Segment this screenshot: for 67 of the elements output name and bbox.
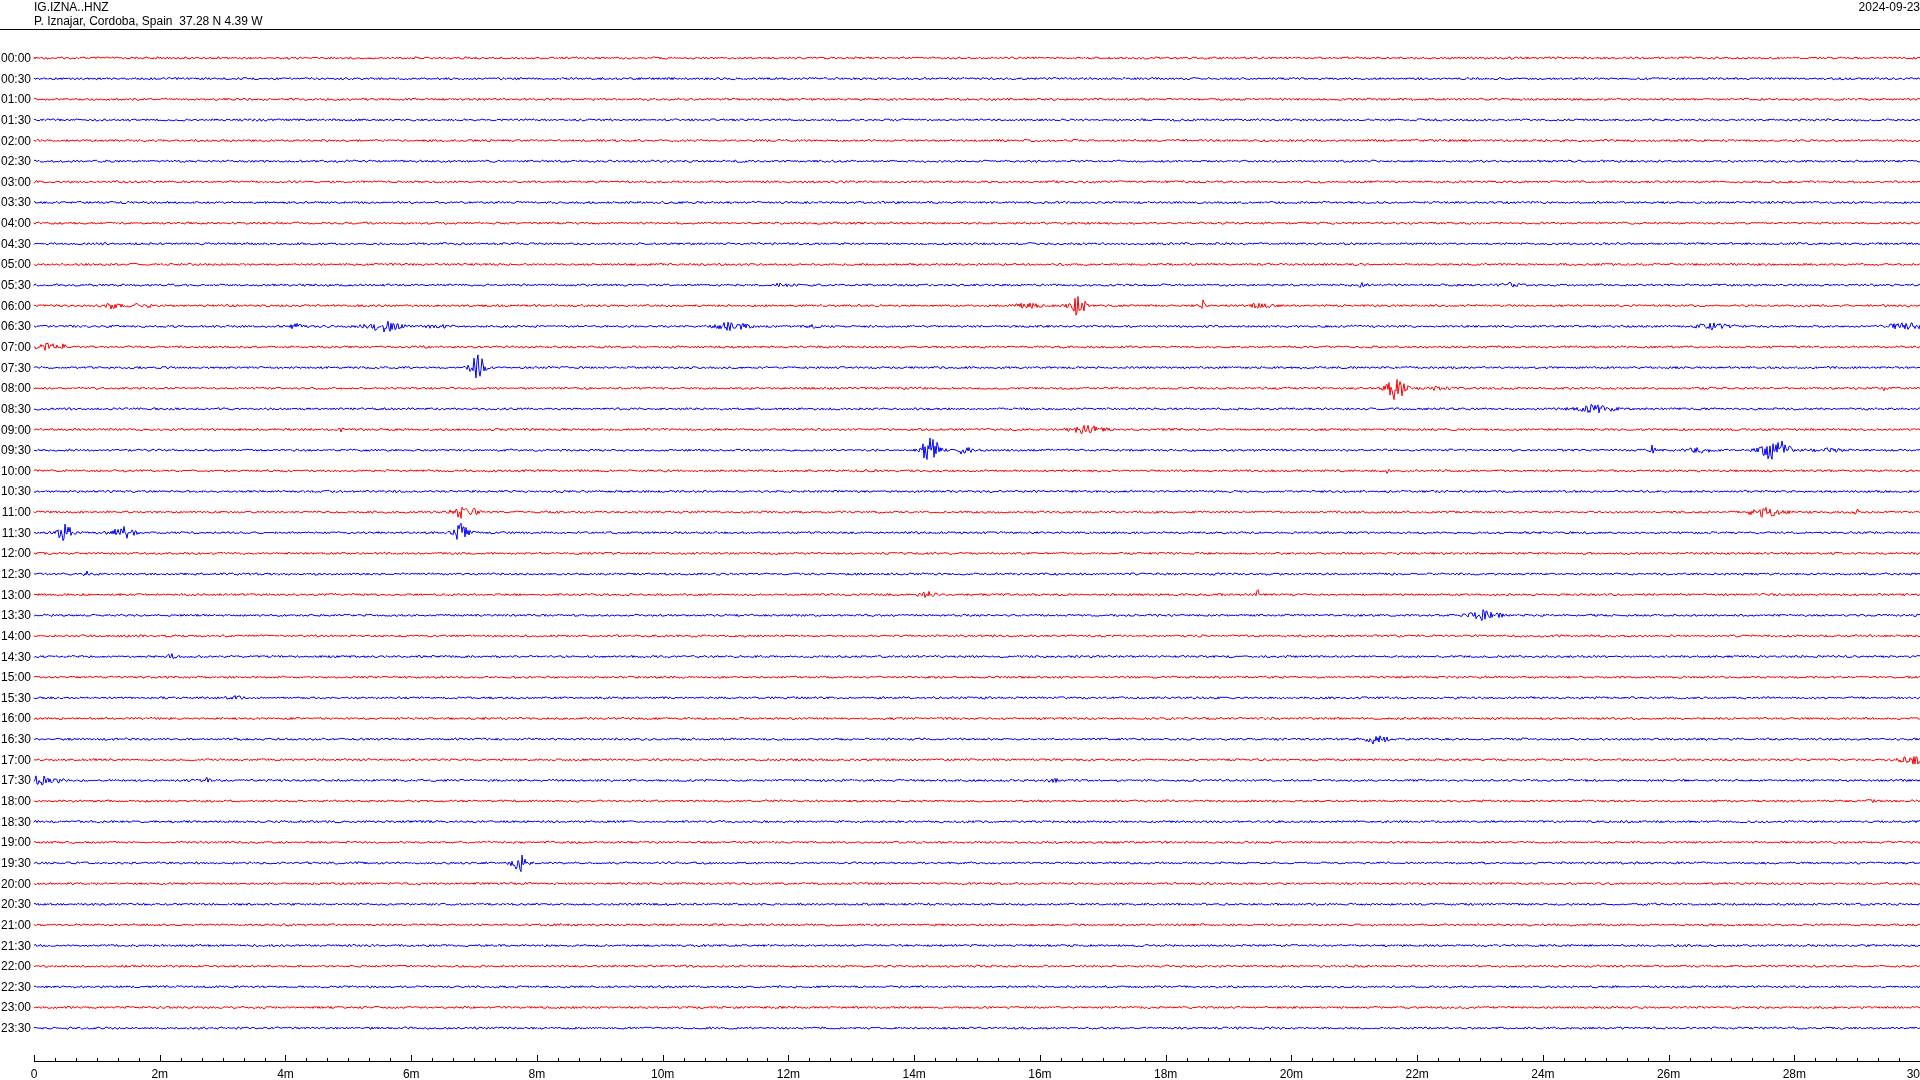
axis-label: 0 — [30, 1067, 38, 1079]
time-label: 16:00 — [0, 711, 31, 726]
station-location: P. Iznajar, Cordoba, Spain 37.28 N 4.39 W — [34, 14, 263, 28]
axis-label: 26m — [1656, 1067, 1681, 1079]
time-label: 14:30 — [0, 649, 31, 664]
time-label: 07:00 — [0, 339, 31, 354]
time-label: 00:00 — [0, 51, 31, 65]
time-label: 09:00 — [0, 422, 31, 437]
time-label: 08:30 — [0, 401, 31, 416]
time-label: 20:30 — [0, 897, 31, 912]
time-label: 07:30 — [0, 360, 31, 375]
time-label: 04:30 — [0, 236, 31, 251]
time-label: 04:00 — [0, 216, 31, 231]
time-label: 08:00 — [0, 381, 31, 396]
axis-label: 4m — [277, 1067, 294, 1079]
time-label: 10:00 — [0, 463, 31, 478]
time-label: 05:30 — [0, 278, 31, 293]
time-label: 22:30 — [0, 979, 31, 994]
time-label: 15:30 — [0, 690, 31, 705]
time-label: 10:30 — [0, 484, 31, 499]
time-label: 14:00 — [0, 628, 31, 643]
time-label: 00:30 — [0, 71, 31, 86]
time-label: 21:00 — [0, 917, 31, 932]
axis-label: 18m — [1154, 1067, 1178, 1079]
time-label: 15:00 — [0, 670, 31, 685]
time-label: 05:00 — [0, 257, 31, 272]
time-label: 23:30 — [0, 1021, 31, 1036]
station-code: IG.IZNA..HNZ — [34, 0, 109, 14]
axis-label: 20m — [1279, 1067, 1304, 1079]
time-label: 17:00 — [0, 752, 31, 767]
axis-label: 30 — [1906, 1067, 1920, 1079]
time-label: 19:30 — [0, 855, 31, 870]
axis-label: 2m — [151, 1067, 169, 1079]
time-label: 06:30 — [0, 319, 31, 334]
axis-label: 10m — [651, 1067, 675, 1079]
record-date: 2024-09-23 — [1858, 0, 1920, 14]
time-label: 17:30 — [0, 773, 31, 788]
time-label: 18:30 — [0, 814, 31, 829]
time-label: 12:30 — [0, 567, 31, 581]
time-label: 02:30 — [0, 154, 31, 169]
axis-label: 28m — [1782, 1067, 1807, 1079]
axis-label: 12m — [776, 1067, 801, 1079]
time-label: 13:00 — [0, 587, 31, 602]
axis-label: 14m — [902, 1067, 926, 1079]
time-label: 11:00 — [1, 505, 31, 520]
time-label: 12:00 — [0, 546, 31, 561]
axis-label: 8m — [528, 1067, 546, 1079]
axis-label: 24m — [1531, 1067, 1555, 1079]
time-label: 16:30 — [0, 732, 31, 747]
time-label: 23:00 — [0, 1000, 31, 1015]
time-label: 02:00 — [0, 133, 31, 148]
time-label: 01:30 — [0, 112, 31, 127]
axis-label: 6m — [402, 1067, 420, 1079]
time-label: 13:30 — [0, 608, 31, 623]
time-label: 06:00 — [0, 298, 31, 313]
time-label: 21:30 — [0, 938, 31, 953]
axis-label: 22m — [1405, 1067, 1429, 1079]
time-label: 01:00 — [0, 92, 31, 107]
axis-label: 16m — [1028, 1067, 1052, 1079]
time-label: 20:00 — [0, 876, 31, 891]
time-label: 22:00 — [0, 959, 31, 974]
time-label: 11:30 — [1, 525, 31, 540]
time-label: 03:30 — [0, 195, 31, 210]
time-label: 18:00 — [0, 794, 31, 809]
time-label: 09:30 — [0, 443, 31, 458]
time-label: 19:00 — [0, 835, 31, 850]
time-label: 03:00 — [0, 174, 31, 189]
